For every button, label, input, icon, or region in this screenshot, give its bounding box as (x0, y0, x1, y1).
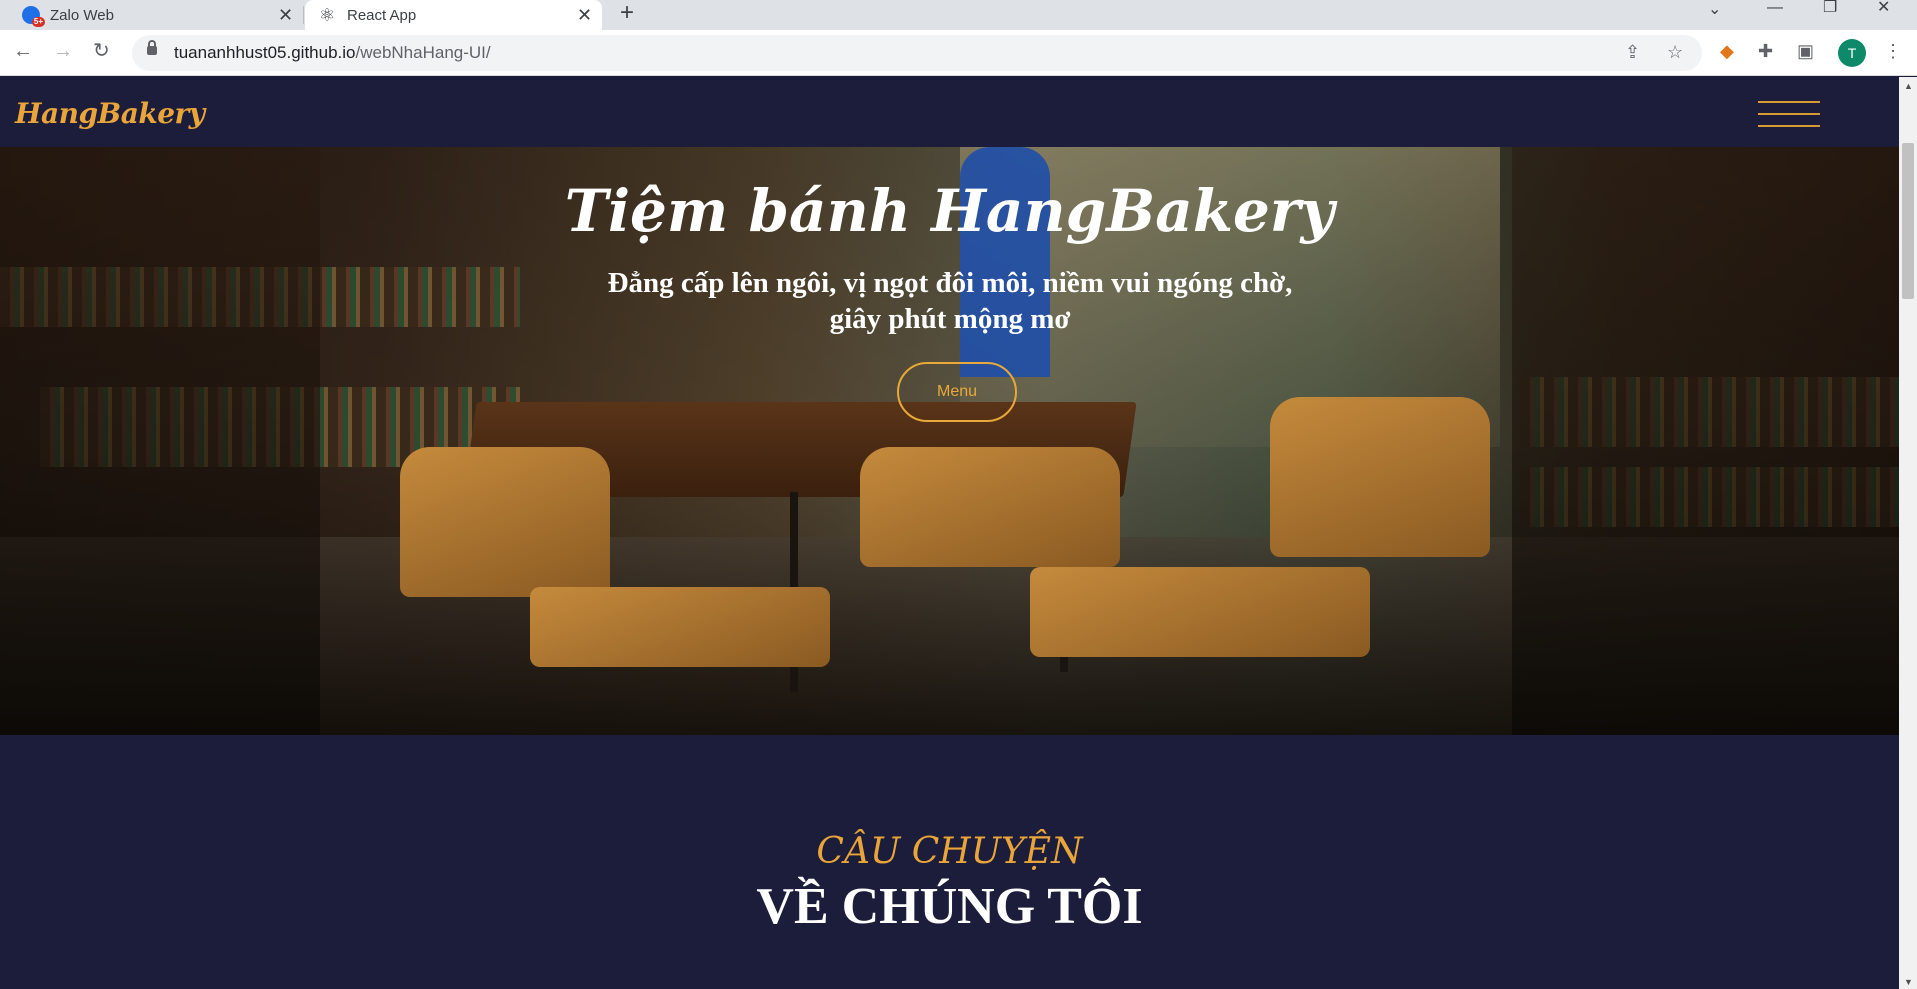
address-bar[interactable]: tuananhhust05.github.io/webNhaHang-UI/ ⇪… (132, 35, 1702, 71)
tab-title: Zalo Web (50, 6, 114, 24)
react-favicon-icon: ⚛ (319, 5, 336, 25)
hamburger-menu-icon[interactable] (1758, 99, 1820, 129)
close-tab-icon[interactable]: ✕ (278, 5, 293, 26)
scroll-up-icon[interactable]: ▲ (1904, 81, 1913, 91)
browser-toolbar: ← → ↻ tuananhhust05.github.io/webNhaHang… (0, 30, 1917, 76)
more-menu-icon[interactable]: ⋮ (1884, 40, 1902, 62)
story-kicker: CÂU CHUYỆN (816, 831, 1083, 872)
profile-avatar[interactable]: T (1838, 39, 1866, 67)
page-viewport: HangBakery Tiệm bánh HangBakery Đẳng cấp… (0, 77, 1899, 989)
tab-search-icon[interactable]: ⌄ (1708, 2, 1721, 18)
reload-icon[interactable]: ↻ (93, 40, 110, 62)
menu-button[interactable]: Menu (897, 362, 1017, 422)
scroll-down-icon[interactable]: ▼ (1904, 977, 1913, 987)
story-title: VỀ CHÚNG TÔI (756, 878, 1143, 935)
browser-tabstrip: 5+ Zalo Web ✕ ⚛ React App ✕ + ⌄ — ❐ ✕ (0, 0, 1917, 30)
minimize-button[interactable]: — (1767, 0, 1783, 16)
bookmark-star-icon[interactable]: ☆ (1667, 42, 1683, 63)
site-header: HangBakery (0, 77, 1899, 147)
tab-react-app[interactable]: ⚛ React App ✕ (305, 0, 602, 30)
address-url[interactable]: tuananhhust05.github.io/webNhaHang-UI/ (174, 43, 491, 63)
hero-title: Tiệm bánh HangBakery (564, 177, 1335, 245)
share-icon[interactable]: ⇪ (1625, 42, 1640, 63)
close-window-button[interactable]: ✕ (1877, 0, 1890, 16)
site-logo[interactable]: HangBakery (15, 97, 205, 130)
page-scrollbar[interactable]: ▲ ▼ (1899, 77, 1917, 989)
zalo-favicon-icon: 5+ (22, 6, 45, 27)
close-tab-icon[interactable]: ✕ (577, 5, 592, 26)
tab-zalo[interactable]: 5+ Zalo Web ✕ (0, 0, 302, 30)
side-panel-icon[interactable]: ▣ (1797, 40, 1814, 62)
forward-arrow-icon[interactable]: → (53, 40, 73, 62)
tab-divider (303, 6, 304, 24)
new-tab-button[interactable]: + (620, 0, 634, 26)
extensions-puzzle-icon[interactable]: ✚ (1758, 40, 1773, 62)
hero-subtitle: Đẳng cấp lên ngôi, vị ngọt đôi môi, niềm… (607, 267, 1293, 335)
lock-icon (147, 40, 157, 55)
restore-button[interactable]: ❐ (1823, 0, 1837, 16)
notification-badge: 5+ (31, 17, 45, 27)
scroll-thumb[interactable] (1902, 143, 1914, 299)
back-arrow-icon[interactable]: ← (13, 40, 33, 62)
metamask-extension-icon[interactable]: ◆ (1720, 40, 1734, 62)
hero-section: Tiệm bánh HangBakery Đẳng cấp lên ngôi, … (0, 147, 1899, 735)
tab-title: React App (347, 6, 417, 24)
